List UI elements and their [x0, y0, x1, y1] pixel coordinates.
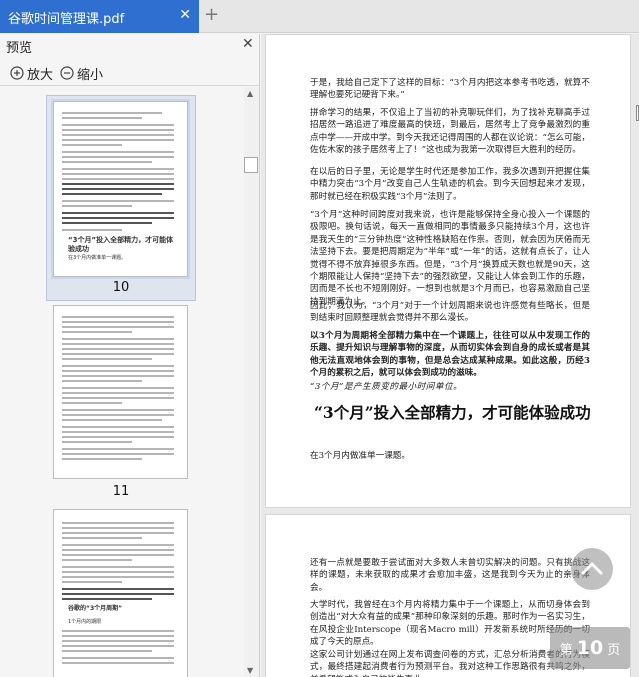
thumbnail-page-11[interactable]: [53, 305, 188, 479]
thumbnail-page-10[interactable]: “3个月”投入全部精力，才可能体验成功 在3个月内做准单一课题。: [51, 99, 190, 279]
page-indicator-suffix: 页: [607, 642, 621, 658]
page-indicator-prefix: 第: [559, 642, 573, 658]
section-subheading: 在3个月内做准单一课题。: [310, 451, 410, 461]
document-page-10: 于是，我给自己定下了这样的目标：“3个月内把这本参考书吃透，就算不理解也要死记硬…: [265, 34, 631, 508]
thumbnail-page-label: 10: [112, 280, 130, 295]
section-heading: “3个月”投入全部精力，才可能体验成功: [314, 403, 591, 422]
paragraph: 这家公司计划通过在网上发布调查问卷的方式，汇总分析消费者的行为模式，最终搭建起消…: [310, 650, 590, 677]
chevron-up-icon: [581, 562, 603, 575]
back-to-top-button[interactable]: [571, 548, 613, 590]
page-indicator-number: 10: [576, 637, 604, 659]
zoom-out-icon: [60, 66, 74, 80]
zoom-in-icon: [10, 66, 24, 80]
paragraph: 大学时代，我曾经在3个月内将精力集中于一个课题上，从而切身体会到创造出“对大众有…: [310, 600, 590, 648]
scroll-up-icon[interactable]: ▲: [247, 89, 253, 98]
thumbnail-subheading: 1个月内的期限: [68, 619, 102, 625]
tab-document[interactable]: 谷歌时间管理课.pdf ✕: [0, 0, 199, 33]
paragraph-bold: 以3个月为周期将全部精力集中在一个课题上，往往可以从中发现工作的乐趣、提升知识与…: [310, 331, 590, 379]
plus-icon[interactable]: +: [204, 5, 220, 25]
thumbnail-heading: 谷歌的“3个月周期”: [68, 605, 123, 612]
page-indicator: 第 10 页: [550, 627, 630, 669]
zoom-in-label: 放大: [27, 67, 54, 83]
close-icon[interactable]: ✕: [179, 7, 191, 23]
paragraph: 在以后的日子里，无论是学生时代还是参加工作，我多次遇到开把握住集中精力突击“3个…: [310, 167, 590, 202]
paragraph: 还有一点就是要敢于尝试面对大多数人未曾切实解决的问题。只有挑战这样的课题，未来获…: [310, 558, 590, 593]
tab-title: 谷歌时间管理课.pdf: [8, 12, 125, 27]
pdf-reader-window: 谷歌时间管理课.pdf ✕ + 预览 ✕ 放大 缩小 “3个月”投入全部精力，才…: [0, 0, 639, 677]
thumbnail-list[interactable]: “3个月”投入全部精力，才可能体验成功 在3个月内做准单一课题。 10 11 谷…: [0, 87, 244, 677]
paragraph: 拼命学习的结果，不仅追上了当初的补克聊玩伴们，为了找补克聊高手过招居然一路追进了…: [310, 108, 590, 156]
thumbnail-subheading: 在3个月内做准单一课题。: [68, 255, 127, 261]
thumbnail-scrollbar[interactable]: ▲ ▼: [244, 87, 259, 677]
paragraph: 因此，我认为，“3个月”对于一个计划周期来说也许感觉有些略长，但是到结束时回顾整…: [310, 301, 590, 324]
thumbnail-page-label: 11: [112, 484, 130, 499]
thumbnail-heading: “3个月”投入全部精力，才可能体验成功: [68, 236, 174, 253]
zoom-toolbar: 放大 缩小: [0, 60, 260, 86]
paragraph: 于是，我给自己定下了这样的目标：“3个月内把这本参考书吃透，就算不理解也要死记硬…: [310, 78, 590, 101]
zoom-in-button[interactable]: 放大: [10, 62, 53, 84]
scrollbar-thumb[interactable]: [244, 157, 258, 173]
zoom-out-button[interactable]: 缩小: [60, 62, 103, 84]
zoom-out-label: 缩小: [77, 67, 104, 83]
close-icon[interactable]: ✕: [242, 36, 254, 52]
tab-bar: 谷歌时间管理课.pdf ✕ +: [0, 0, 639, 33]
scroll-down-icon[interactable]: ▼: [247, 666, 253, 675]
paragraph: “3个月”这种时间跨度对我来说，也许是能够保持全身心投入一个课题的极限吧。换句话…: [310, 210, 590, 307]
paragraph-italic: “3个月”是产生质变的最小时间单位。: [310, 382, 463, 392]
thumbnail-page-12[interactable]: 谷歌的“3个月周期” 1个月内的期限: [53, 509, 188, 677]
preview-panel-title: 预览: [6, 41, 33, 56]
preview-panel: 预览 ✕ 放大 缩小 “3个月”投入全部精力，才可能体验成功 在3个月内做准单一…: [0, 34, 260, 677]
